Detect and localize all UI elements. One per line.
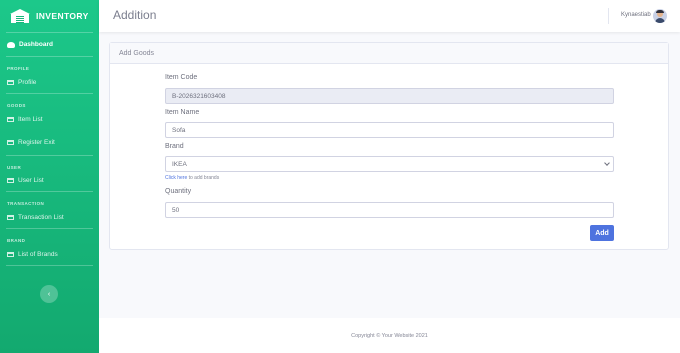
folder-icon xyxy=(7,214,14,220)
sidebar-item-dashboard[interactable]: Dashboard xyxy=(0,33,99,56)
folder-icon xyxy=(7,251,14,257)
footer: Copyright © Your Website 2021 xyxy=(99,318,680,353)
sidebar-item-label: Dashboard xyxy=(19,41,53,48)
topbar: Addition Kynaestiab xyxy=(99,0,680,32)
topbar-divider xyxy=(608,8,609,24)
add-goods-card: Add Goods Item Code Item Name Brand IKEA… xyxy=(109,42,669,250)
sidebar-divider xyxy=(6,265,93,266)
sidebar-item-label: List of Brands xyxy=(18,250,58,258)
sidebar-toggle-button[interactable]: ‹ xyxy=(40,285,58,303)
folder-icon xyxy=(7,79,14,85)
brand-help-text: Click here to add brands xyxy=(165,175,219,181)
sidebar-divider xyxy=(6,56,93,57)
sidebar-item-label: Item List xyxy=(18,115,43,123)
sidebar-divider xyxy=(6,191,93,192)
sidebar-item-label: Transaction List xyxy=(18,213,64,221)
sidebar-item-label: Profile xyxy=(18,78,37,86)
avatar[interactable] xyxy=(653,9,667,23)
brand-name: INVENTORY xyxy=(36,11,89,21)
item-code-label: Item Code xyxy=(165,74,198,81)
copyright-text: Copyright © Your Website 2021 xyxy=(351,332,428,339)
sidebar-divider xyxy=(6,155,93,156)
sidebar-item-item-list[interactable]: Item List xyxy=(0,108,99,130)
add-brand-link[interactable]: Click here xyxy=(165,175,187,181)
sidebar-item-profile[interactable]: Profile xyxy=(0,71,99,93)
sidebar-item-label: User List xyxy=(18,177,44,184)
brand[interactable]: INVENTORY xyxy=(0,0,99,32)
quantity-field[interactable] xyxy=(165,202,614,218)
quantity-label: Quantity xyxy=(165,188,192,195)
item-code-field[interactable] xyxy=(165,88,614,104)
folder-icon xyxy=(7,116,14,122)
brand-help-rest: to add brands xyxy=(187,175,220,181)
sidebar-divider xyxy=(6,228,93,229)
chevron-down-icon xyxy=(604,160,610,166)
folder-icon xyxy=(7,178,14,183)
sidebar-item-user-list[interactable]: User List xyxy=(0,170,99,191)
item-name-label: Item Name xyxy=(165,109,200,116)
sidebar-item-list-of-brands[interactable]: List of Brands xyxy=(0,243,99,265)
folder-icon xyxy=(7,140,14,145)
item-name-field[interactable] xyxy=(165,122,614,138)
add-button[interactable]: Add xyxy=(590,225,614,241)
dashboard-icon xyxy=(7,41,15,48)
card-title: Add Goods xyxy=(110,43,668,64)
brand-label: Brand xyxy=(165,143,184,150)
sidebar: INVENTORY Dashboard PROFILE Profile GOOD… xyxy=(0,0,99,353)
sidebar-item-transaction-list[interactable]: Transaction List xyxy=(0,206,99,228)
warehouse-icon xyxy=(10,9,30,23)
page-title: Addition xyxy=(113,8,157,22)
sidebar-divider xyxy=(6,93,93,94)
brand-selected-value: IKEA xyxy=(172,160,187,168)
user-name[interactable]: Kynaestiab xyxy=(621,12,651,18)
sidebar-item-register-exit[interactable]: Register Exit xyxy=(0,130,99,155)
brand-select[interactable]: IKEA xyxy=(165,156,614,172)
sidebar-item-label: Register Exit xyxy=(18,139,55,146)
chevron-left-icon: ‹ xyxy=(47,290,51,298)
